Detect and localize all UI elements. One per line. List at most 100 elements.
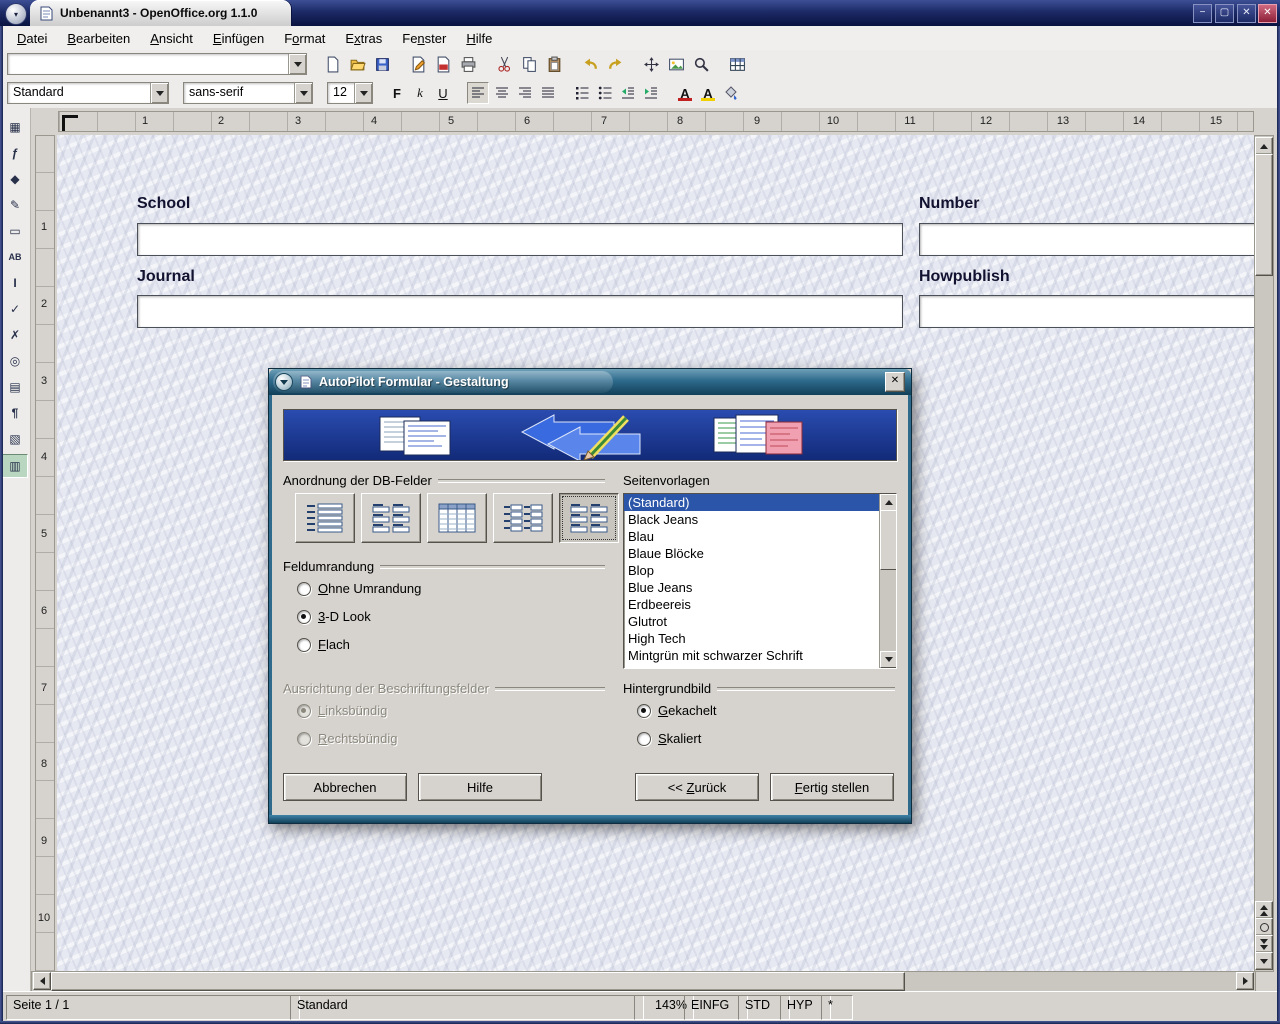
listbox-scrollbar-thumb[interactable] <box>880 510 897 570</box>
vertical-scrollbar[interactable] <box>1254 135 1274 972</box>
dialog-titlebar[interactable]: AutoPilot Formular - Gestaltung ✕ <box>269 369 911 395</box>
nonprinting-characters-icon[interactable]: ¶ <box>3 402 27 424</box>
list-item[interactable]: Mintgrün mit schwarzer Schrift <box>624 647 896 664</box>
dialog-close-button[interactable]: ✕ <box>885 372 905 392</box>
previous-page-button[interactable] <box>1255 901 1273 919</box>
scroll-down-button[interactable] <box>1255 952 1273 970</box>
next-page-button[interactable] <box>1255 935 1273 953</box>
vertical-scrollbar-thumb[interactable] <box>1255 154 1273 276</box>
redo-icon[interactable] <box>604 53 626 75</box>
data-sources-icon[interactable]: ▤ <box>3 376 27 398</box>
menu-extras[interactable]: Extras <box>336 29 391 48</box>
horizontal-scrollbar-thumb[interactable] <box>51 972 905 991</box>
school-field[interactable] <box>137 223 903 256</box>
edit-file-icon[interactable] <box>407 53 429 75</box>
help-button[interactable]: Hilfe <box>418 773 542 801</box>
url-dropdown-button[interactable] <box>288 54 306 74</box>
list-item[interactable]: Erdbeereis <box>624 596 896 613</box>
scroll-up-button[interactable] <box>880 494 897 511</box>
justify-button[interactable] <box>538 83 558 103</box>
auto-spellcheck-icon[interactable]: ✗ <box>3 324 27 346</box>
open-icon[interactable] <box>346 53 368 75</box>
underline-button[interactable]: U <box>433 83 453 103</box>
insert-fields-icon[interactable]: ƒ <box>3 142 27 164</box>
navigation-button[interactable] <box>1255 918 1273 936</box>
scroll-down-button[interactable] <box>880 651 897 668</box>
journal-field[interactable] <box>137 295 903 328</box>
number-field[interactable] <box>919 223 1256 256</box>
status-page-style[interactable]: Standard <box>290 995 644 1020</box>
url-input[interactable] <box>8 54 288 74</box>
copy-icon[interactable] <box>518 53 540 75</box>
vertical-ruler[interactable]: 1 2 3 4 5 6 7 8 9 10 <box>31 135 57 972</box>
arrangement-columns-labels-left-button[interactable] <box>295 493 355 543</box>
bullets-button[interactable] <box>595 83 615 103</box>
menu-datei[interactable]: Datei <box>8 29 56 48</box>
listbox-scrollbar[interactable] <box>879 494 896 668</box>
paragraph-style-dropdown[interactable] <box>150 83 168 103</box>
radio-no-border[interactable]: Ohne Umrandung <box>297 581 421 596</box>
paragraph-style-combobox[interactable]: Standard <box>7 82 169 104</box>
scroll-right-button[interactable] <box>1236 972 1254 990</box>
list-item[interactable]: Blau <box>624 528 896 545</box>
horizontal-scrollbar[interactable] <box>31 971 1256 992</box>
paragraph-background-button[interactable] <box>721 83 741 103</box>
title-tab[interactable]: Unbenannt3 - OpenOffice.org 1.1.0 <box>30 0 291 26</box>
minimize-button[interactable]: − <box>1193 4 1212 23</box>
numbering-button[interactable] <box>572 83 592 103</box>
close-button[interactable]: ✕ <box>1237 4 1256 23</box>
maximize-button[interactable]: ▢ <box>1215 4 1234 23</box>
autotext-icon[interactable]: AB <box>3 246 27 268</box>
list-item[interactable]: High Tech <box>624 630 896 647</box>
list-item[interactable]: Glutrot <box>624 613 896 630</box>
cancel-button[interactable]: Abbrechen <box>283 773 407 801</box>
bold-button[interactable]: F <box>387 83 407 103</box>
back-button[interactable]: << Zurück <box>635 773 759 801</box>
align-left-button[interactable] <box>467 82 489 104</box>
menu-ansicht[interactable]: Ansicht <box>141 29 202 48</box>
online-layout-icon[interactable]: ▥ <box>2 454 28 478</box>
decrease-indent-button[interactable] <box>618 83 638 103</box>
list-item[interactable]: Blaue Blöcke <box>624 545 896 562</box>
undo-icon[interactable] <box>579 53 601 75</box>
font-name-dropdown[interactable] <box>294 83 312 103</box>
spellcheck-icon[interactable]: ✓ <box>3 298 27 320</box>
url-combobox[interactable] <box>7 53 307 75</box>
find-replace-icon[interactable]: ◎ <box>3 350 27 372</box>
horizontal-ruler[interactable]: 1 2 3 4 5 6 7 8 9 10 11 12 13 14 15 <box>0 108 1280 135</box>
dialog-menu-button[interactable] <box>275 373 293 391</box>
radio-scaled[interactable]: Skaliert <box>637 731 701 746</box>
increase-indent-button[interactable] <box>641 83 661 103</box>
arrangement-blocks-labels-left-button[interactable] <box>493 493 553 543</box>
align-right-button[interactable] <box>515 83 535 103</box>
font-color-button[interactable]: A <box>675 83 695 103</box>
menu-hilfe[interactable]: Hilfe <box>457 29 501 48</box>
scroll-up-button[interactable] <box>1255 137 1273 155</box>
scroll-left-button[interactable] <box>33 972 51 990</box>
zoom-icon[interactable] <box>690 53 712 75</box>
italic-button[interactable]: k <box>410 83 430 103</box>
menu-fenster[interactable]: Fenster <box>393 29 455 48</box>
form-functions-icon[interactable]: ▭ <box>3 220 27 242</box>
menu-einfuegen[interactable]: Einfügen <box>204 29 273 48</box>
insert-icon[interactable]: ▦ <box>3 116 27 138</box>
insert-objects-icon[interactable]: ◆ <box>3 168 27 190</box>
align-center-button[interactable] <box>492 83 512 103</box>
font-size-dropdown[interactable] <box>354 83 372 103</box>
arrangement-blocks-labels-top-button[interactable] <box>559 493 619 543</box>
list-item[interactable]: Black Jeans <box>624 511 896 528</box>
horizontal-ruler-face[interactable] <box>58 111 1254 132</box>
direct-cursor-icon[interactable]: I <box>3 272 27 294</box>
tab-stop-selector-icon[interactable] <box>62 115 78 131</box>
navigator-icon[interactable] <box>640 53 662 75</box>
menu-bearbeiten[interactable]: Bearbeiten <box>58 29 139 48</box>
arrangement-columns-labels-top-button[interactable] <box>361 493 421 543</box>
corner-close-button[interactable]: ✕ <box>1258 4 1277 23</box>
font-size-combobox[interactable]: 12 <box>327 82 373 104</box>
save-icon[interactable] <box>371 53 393 75</box>
menu-format[interactable]: Format <box>275 29 334 48</box>
window-menu-button[interactable]: ▾ <box>5 3 27 25</box>
list-item[interactable]: Blue Jeans <box>624 579 896 596</box>
gallery-icon[interactable] <box>665 53 687 75</box>
list-item[interactable]: Blop <box>624 562 896 579</box>
